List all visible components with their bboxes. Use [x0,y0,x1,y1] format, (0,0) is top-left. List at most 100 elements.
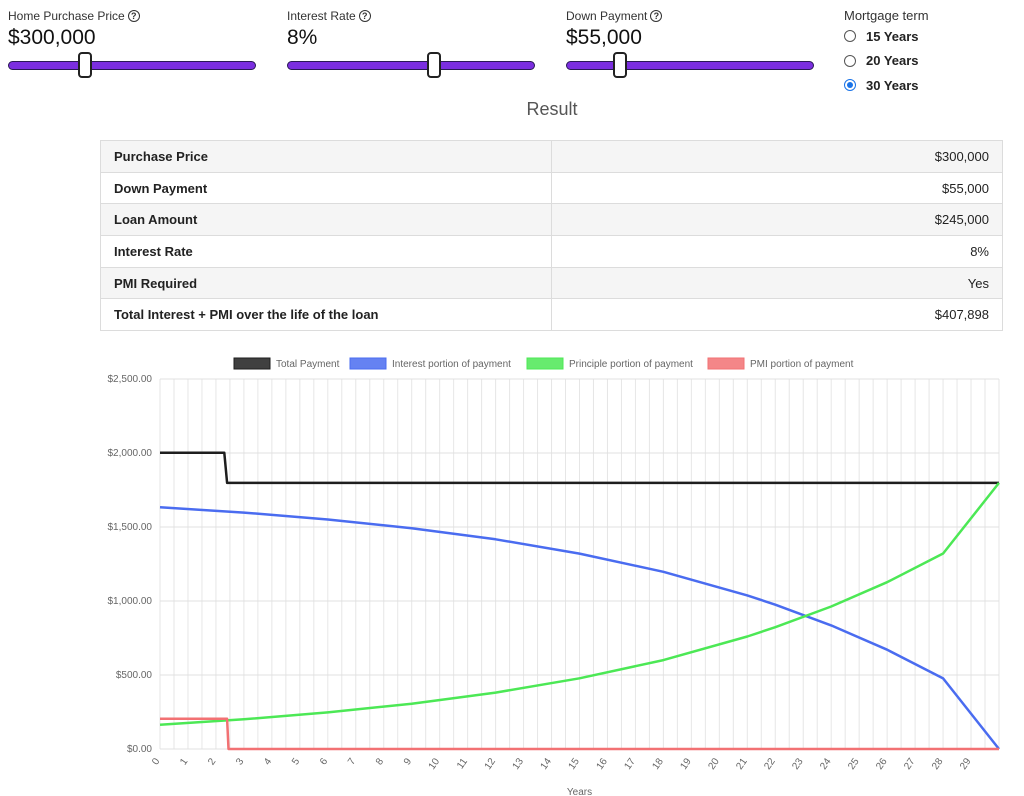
table-row: Total Interest + PMI over the life of th… [100,298,1003,332]
y-tick-label: $500.00 [116,670,153,681]
x-tick-label: 6 [318,756,330,767]
term-option-label[interactable]: 30 Years [866,78,919,93]
down-payment-label-row: Down Payment ? [566,8,814,24]
row-value: $55,000 [551,171,1003,205]
x-tick-label: 5 [290,756,302,767]
radio-button[interactable] [844,54,856,67]
y-tick-label: $0.00 [127,744,152,755]
x-tick-label: 15 [567,756,583,772]
down-payment-slider-track[interactable] [566,61,814,70]
y-tick-label: $2,500.00 [108,374,153,385]
interest-rate-value: 8% [287,26,318,49]
x-tick-label: 14 [539,756,555,772]
x-tick-label: 13 [511,756,527,772]
x-tick-label: 9 [402,756,414,767]
row-value: $245,000 [551,203,1003,237]
term-option-15[interactable]: 15 Years [844,24,929,49]
interest-rate-label: Interest Rate [287,9,356,23]
x-tick-label: 12 [483,756,499,772]
interest-rate-slider-track[interactable] [287,61,535,70]
row-label: Interest Rate [100,235,552,268]
x-tick-label: 20 [706,756,722,772]
row-label: Total Interest + PMI over the life of th… [100,298,552,332]
x-tick-label: 3 [234,756,246,767]
legend-swatch [707,357,745,370]
home-price-control: Home Purchase Price ? $300,000 [8,8,256,78]
y-tick-label: $2,000.00 [108,448,153,459]
x-tick-label: 0 [150,756,162,767]
term-option-20[interactable]: 20 Years [844,49,929,74]
home-price-value: $300,000 [8,26,96,49]
interest-rate-label-row: Interest Rate ? [287,8,535,24]
term-option-label[interactable]: 20 Years [866,53,919,68]
home-price-label: Home Purchase Price [8,9,125,23]
interest-rate-slider-thumb[interactable] [427,52,442,78]
result-heading: Result [526,99,578,119]
payment-chart: $0.00 $500.00 $1,000.00 $1,500.00 $2,000.00 $… [108,357,1000,796]
x-tick-label: 17 [622,756,638,772]
x-tick-label: 21 [734,756,750,772]
y-tick-label: $1,000.00 [108,596,153,607]
x-tick-label: 8 [374,756,386,767]
home-price-slider[interactable] [8,52,256,78]
x-tick-label: 26 [874,756,890,772]
x-tick-label: 28 [930,756,946,772]
down-payment-control: Down Payment ? $55,000 [566,8,814,78]
help-icon[interactable]: ? [650,10,663,22]
legend-swatch [526,357,564,370]
mortgage-term-group: Mortgage term 15 Years 20 Years 30 Years [844,8,929,98]
legend-label: Total Payment [276,359,340,370]
x-tick-label: 18 [650,756,666,772]
down-payment-slider[interactable] [566,52,814,78]
row-label: PMI Required [100,266,552,300]
result-table: Purchase Price $300,000 Down Payment $55… [100,140,1003,332]
legend-swatch [349,357,387,370]
down-payment-value: $55,000 [566,26,642,49]
x-tick-label: 24 [818,756,834,772]
row-label: Loan Amount [100,203,552,237]
x-tick-label: 7 [346,756,358,767]
x-tick-label: 29 [958,756,974,772]
help-icon[interactable]: ? [358,10,371,22]
x-tick-label: 22 [762,756,778,772]
x-tick-label: 2 [206,756,218,767]
term-option-30[interactable]: 30 Years [844,73,929,98]
interest-rate-control: Interest Rate ? 8% [287,8,535,78]
interest-rate-slider[interactable] [287,52,535,78]
legend-label: Interest portion of payment [392,359,511,370]
radio-button[interactable] [844,30,856,43]
radio-button[interactable] [844,79,856,92]
term-option-label[interactable]: 15 Years [866,29,919,44]
legend-label: Principle portion of payment [569,359,693,370]
x-tick-label: 19 [678,756,694,772]
help-icon[interactable]: ? [127,10,140,22]
x-tick-label: 4 [262,756,274,767]
x-tick-label: 27 [902,756,918,772]
table-row: Loan Amount $245,000 [100,203,1003,237]
home-price-slider-track[interactable] [8,61,256,70]
x-tick-label: 1 [178,756,190,767]
x-tick-label: 10 [427,756,443,772]
row-value: Yes [551,266,1003,300]
down-payment-slider-thumb[interactable] [612,52,627,78]
table-row: Interest Rate 8% [100,235,1003,268]
down-payment-label: Down Payment [566,9,648,23]
table-row: PMI Required Yes [100,266,1003,300]
x-axis-title: Years [567,787,592,796]
legend-swatch [233,357,271,370]
row-label: Purchase Price [100,140,552,173]
table-row: Purchase Price $300,000 [100,140,1003,173]
row-value: $407,898 [551,298,1003,332]
home-price-label-row: Home Purchase Price ? [8,8,256,24]
table-row: Down Payment $55,000 [100,171,1003,205]
legend-label: PMI portion of payment [750,359,854,370]
mortgage-term-title: Mortgage term [844,8,929,23]
row-label: Down Payment [100,171,552,205]
y-tick-label: $1,500.00 [108,522,153,533]
x-tick-label: 25 [846,756,862,772]
row-value: $300,000 [551,140,1003,173]
home-price-slider-thumb[interactable] [78,52,93,78]
x-tick-label: 16 [595,756,611,772]
x-tick-label: 11 [455,756,470,771]
row-value: 8% [551,235,1003,268]
